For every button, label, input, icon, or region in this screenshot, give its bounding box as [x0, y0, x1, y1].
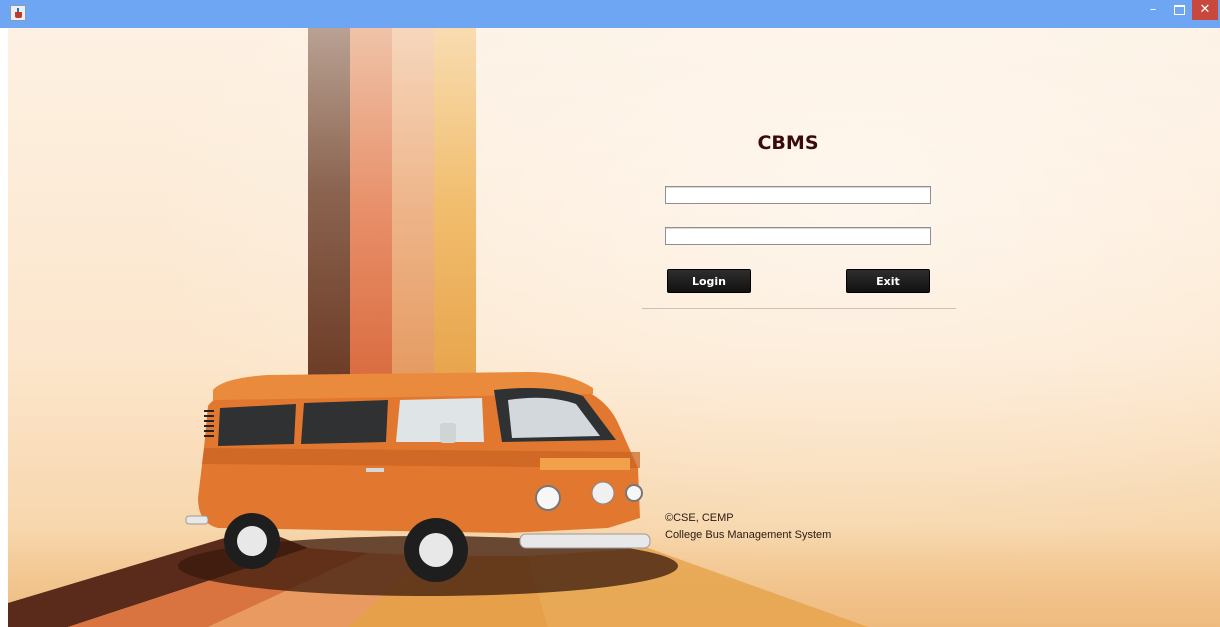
maximize-icon[interactable] [1166, 0, 1192, 20]
background-stripe-amber [434, 28, 476, 388]
background-stripe-peach [392, 28, 434, 388]
form-divider [642, 308, 956, 309]
app-name-text: College Bus Management System [665, 529, 832, 541]
app-window: – ✕ CBMS Login Exit ©CSE, CEMP College B… [0, 0, 1220, 627]
username-field[interactable] [665, 186, 931, 204]
java-app-icon[interactable] [10, 5, 26, 21]
minimize-icon[interactable]: – [1140, 0, 1166, 20]
title-bar[interactable]: – ✕ [0, 0, 1220, 28]
app-icon-cup [15, 12, 22, 18]
password-field[interactable] [665, 227, 931, 245]
login-button[interactable]: Login [667, 269, 751, 293]
background-stripe-salmon [350, 28, 392, 388]
background-floor [8, 528, 1220, 627]
login-panel: CBMS Login Exit ©CSE, CEMP College Bus M… [8, 28, 1220, 627]
maximize-icon-box [1173, 4, 1185, 15]
exit-button[interactable]: Exit [846, 269, 930, 293]
copyright-text: ©CSE, CEMP [665, 512, 734, 524]
close-icon[interactable]: ✕ [1192, 0, 1218, 20]
page-title: CBMS [757, 132, 819, 154]
background-stripe-brown [308, 28, 350, 388]
